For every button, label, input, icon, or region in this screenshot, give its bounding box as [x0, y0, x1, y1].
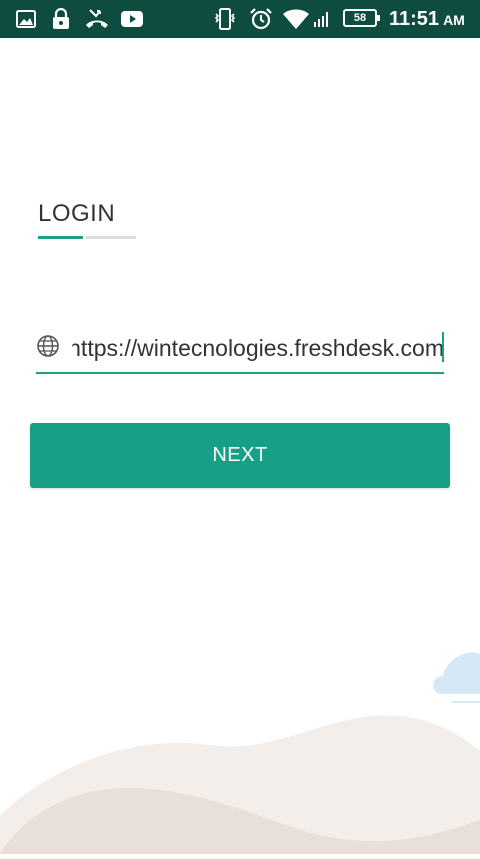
battery-icon: 58 [343, 9, 380, 27]
login-title: LOGIN [38, 200, 116, 227]
lock-icon [50, 0, 72, 38]
step-indicator-inactive [86, 236, 136, 239]
wifi-icon [282, 0, 310, 38]
alarm-icon [248, 0, 274, 38]
url-field-underline [36, 372, 444, 374]
portal-url-value: https://wintecnologies.freshdesk.com [72, 335, 444, 361]
cloud-icon [433, 652, 480, 703]
clock-ampm: AM [443, 12, 465, 28]
decorative-hills [0, 640, 480, 854]
portal-url-input[interactable]: https://wintecnologies.freshdesk.com [72, 326, 444, 370]
gallery-icon [14, 0, 38, 38]
vibrate-icon [212, 0, 238, 38]
clock: 11:51 AM [389, 0, 465, 38]
youtube-icon [120, 0, 144, 38]
text-cursor [442, 332, 444, 362]
battery-level: 58 [353, 12, 367, 24]
portal-url-field[interactable]: https://wintecnologies.freshdesk.com [36, 326, 444, 374]
globe-icon [36, 334, 60, 358]
missed-call-icon [84, 0, 110, 38]
step-indicator-active [38, 236, 83, 239]
clock-time: 11:51 [389, 8, 440, 30]
next-button[interactable]: NEXT [30, 423, 450, 488]
signal-icon [312, 0, 332, 38]
status-bar: 58 11:51 AM [0, 0, 480, 38]
